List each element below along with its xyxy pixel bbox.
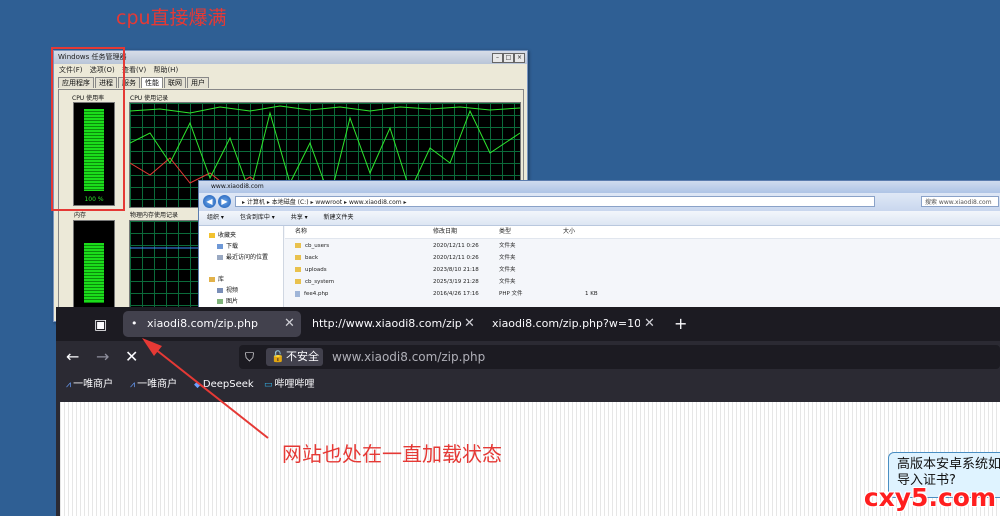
watermark-logo: cxy5.com <box>863 483 996 512</box>
loading-note: 网站也处在一直加载状态 <box>282 442 502 466</box>
